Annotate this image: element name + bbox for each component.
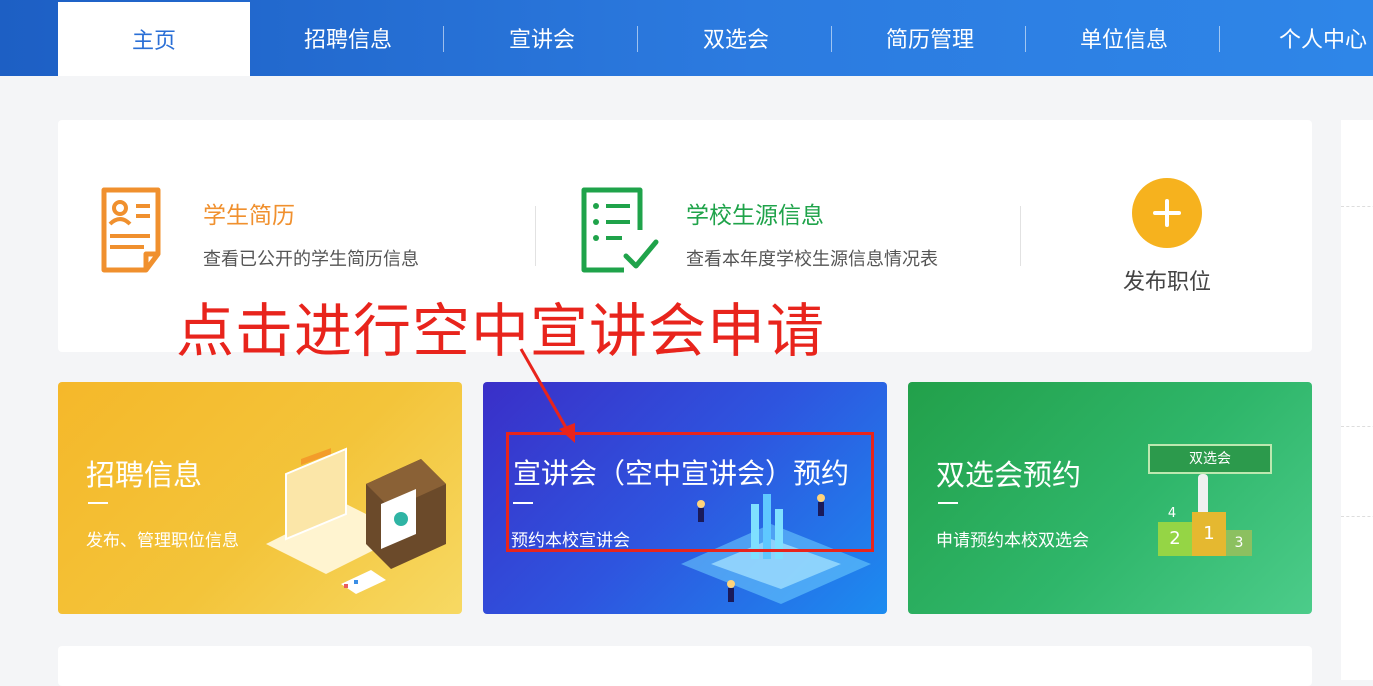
tab-company-info-label: 单位信息 xyxy=(1079,28,1168,53)
side-panel xyxy=(1341,120,1373,680)
podium-fourth-label: 4 xyxy=(1167,506,1177,521)
top-nav: 主页 招聘信息 宣讲会 双选会 简历管理 单位信息 个人中心 xyxy=(0,0,1373,76)
fair-card-title: 双选会预约 xyxy=(936,458,1082,492)
nav-divider xyxy=(1219,26,1220,52)
divider xyxy=(1020,206,1021,266)
podium-third: 3 xyxy=(1226,530,1252,556)
tab-talks[interactable]: 宣讲会 xyxy=(446,0,638,76)
publish-job-label: 发布职位 xyxy=(1122,270,1211,295)
recruitment-info-card[interactable]: 招聘信息 发布、管理职位信息 xyxy=(58,382,462,614)
tab-recruitment-label: 招聘信息 xyxy=(303,28,392,53)
fair-sign: 双选会 xyxy=(1148,444,1272,474)
school-source-desc: 查看本年度学校生源信息情况表 xyxy=(686,249,938,270)
title-underline xyxy=(938,502,958,504)
content-card xyxy=(58,646,1312,686)
title-underline xyxy=(88,502,108,504)
divider xyxy=(1341,426,1373,428)
podium-second-label: 2 xyxy=(1169,528,1181,549)
annotation-text: 点击进行空中宣讲会申请 xyxy=(176,297,826,365)
podium-fourth: 4 xyxy=(1162,506,1182,522)
nav-divider xyxy=(1025,26,1026,52)
plus-icon xyxy=(1132,178,1202,248)
recruitment-card-title: 招聘信息 xyxy=(86,458,203,492)
tab-resume-management[interactable]: 简历管理 xyxy=(834,0,1026,76)
tab-company-info[interactable]: 单位信息 xyxy=(1028,0,1220,76)
podium-third-label: 3 xyxy=(1234,535,1244,551)
fair-sign-label: 双选会 xyxy=(1189,451,1231,467)
podium-first-label: 1 xyxy=(1203,523,1215,544)
tab-talks-label: 宣讲会 xyxy=(508,28,575,53)
recruitment-card-subtitle: 发布、管理职位信息 xyxy=(86,531,239,551)
tab-home[interactable]: 主页 xyxy=(58,2,250,76)
annotation-highlight-box xyxy=(506,432,874,552)
student-resume-title: 学生简历 xyxy=(203,203,295,229)
tab-job-fair[interactable]: 双选会 xyxy=(640,0,832,76)
tab-resume-management-label: 简历管理 xyxy=(885,28,974,53)
divider xyxy=(535,206,536,266)
tab-home-label: 主页 xyxy=(131,29,176,54)
school-source-title: 学校生源信息 xyxy=(686,203,824,229)
job-fair-booking-card[interactable]: 双选会预约 申请预约本校双选会 双选会 2 1 3 4 xyxy=(908,382,1312,614)
resume-icon xyxy=(98,184,176,280)
nav-divider xyxy=(443,26,444,52)
student-resume-desc: 查看已公开的学生简历信息 xyxy=(203,249,419,270)
divider xyxy=(1341,206,1373,208)
laptop-illustration xyxy=(266,447,446,594)
tab-recruitment[interactable]: 招聘信息 xyxy=(252,0,444,76)
tab-personal-center[interactable]: 个人中心 xyxy=(1222,0,1373,76)
podium-second: 2 xyxy=(1158,522,1192,556)
divider xyxy=(1341,516,1373,518)
checklist-icon xyxy=(578,184,660,280)
nav-divider xyxy=(831,26,832,52)
tab-personal-center-label: 个人中心 xyxy=(1278,28,1367,53)
fair-card-subtitle: 申请预约本校双选会 xyxy=(936,531,1089,551)
podium-first: 1 xyxy=(1192,512,1226,556)
tab-job-fair-label: 双选会 xyxy=(702,28,769,53)
annotation-arrow xyxy=(519,348,575,443)
nav-divider xyxy=(637,26,638,52)
